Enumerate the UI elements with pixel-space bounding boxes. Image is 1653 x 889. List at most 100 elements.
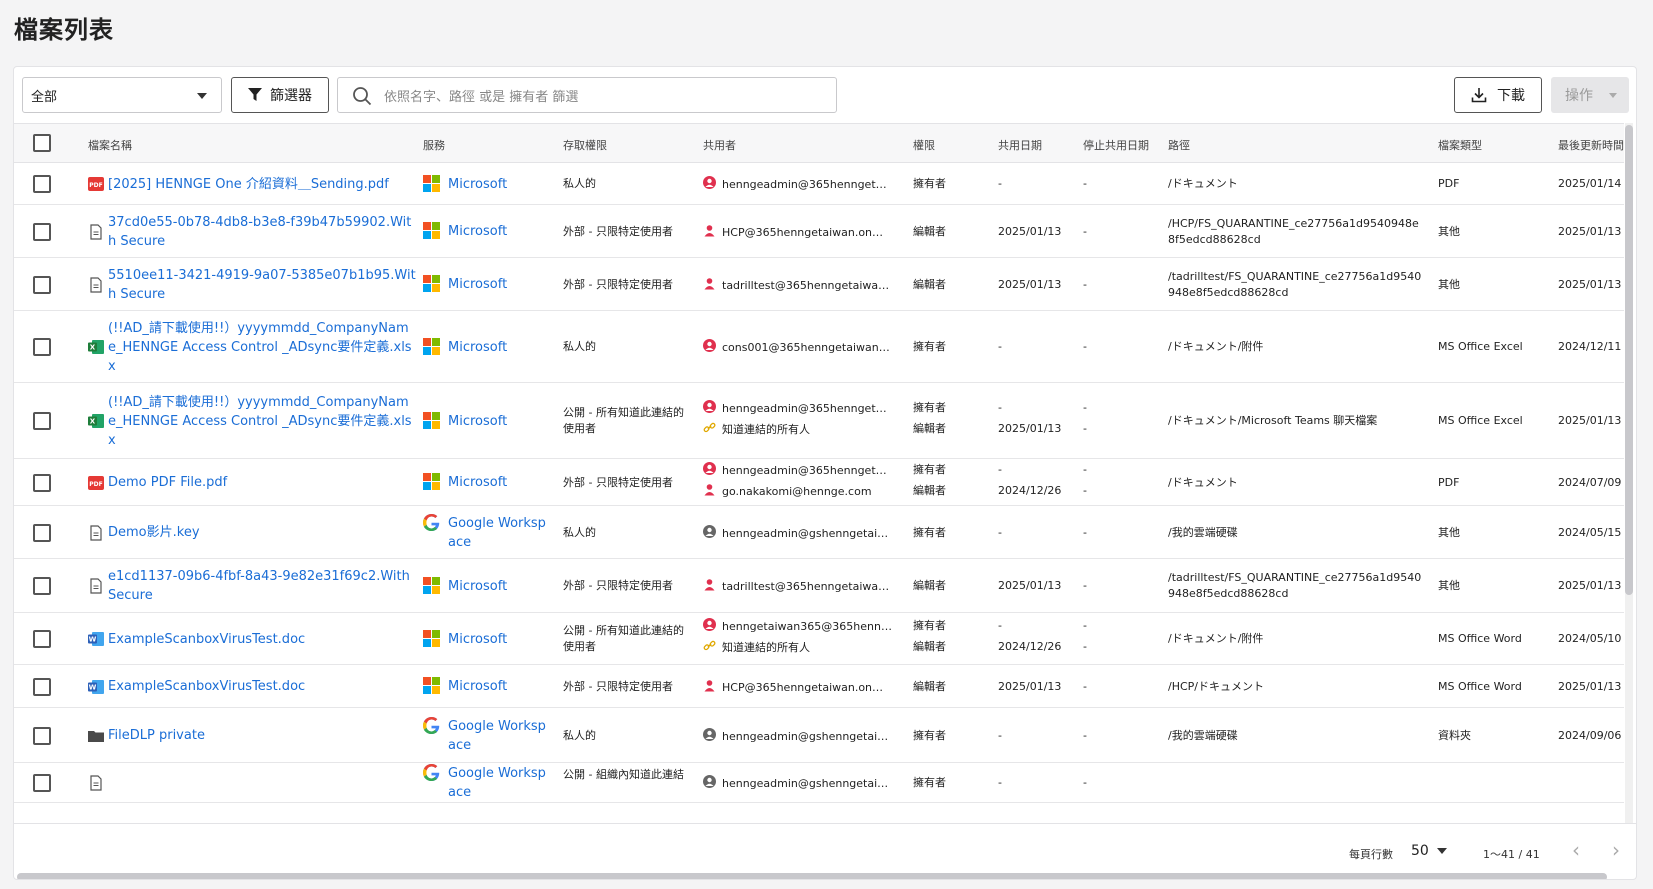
- table-row[interactable]: PDF [2025] HENNGE One 介紹資料＿Sending.pdf Mic…: [14, 163, 1624, 205]
- table-row[interactable]: X (!!AD_請下載使用!!）yyyymmdd_CompanyName_HENN…: [14, 311, 1624, 383]
- row-checkbox[interactable]: [33, 630, 51, 648]
- file-name-link[interactable]: Demo PDF File.pdf: [108, 473, 416, 492]
- file-name-link[interactable]: (!!AD_請下載使用!!）yyyymmdd_CompanyName_HENNG…: [108, 319, 416, 376]
- service-link[interactable]: Microsoft: [423, 576, 548, 596]
- access-level: 外部 - 只限特定使用者: [563, 224, 673, 238]
- file-name-link[interactable]: ExampleScanboxVirusTest.doc: [108, 677, 416, 696]
- next-page-button[interactable]: ›: [1612, 838, 1620, 862]
- column-header-name[interactable]: 檔案名稱: [88, 137, 132, 153]
- row-checkbox[interactable]: [33, 175, 51, 193]
- row-checkbox[interactable]: [33, 338, 51, 356]
- svg-text:PDF: PDF: [89, 481, 102, 488]
- service-link[interactable]: Microsoft: [423, 337, 548, 357]
- file-name-link[interactable]: ExampleScanboxVirusTest.doc: [108, 630, 416, 649]
- file-name-link[interactable]: FileDLP private: [108, 726, 416, 745]
- permission: 編輯者: [913, 224, 946, 238]
- row-checkbox[interactable]: [33, 412, 51, 430]
- row-checkbox[interactable]: [33, 523, 51, 542]
- file-name-link[interactable]: (!!AD_請下載使用!!）yyyymmdd_CompanyName_HENNG…: [108, 393, 416, 450]
- google-icon: [423, 764, 440, 787]
- table-row[interactable]: PDF Demo PDF File.pdf Microsoft 外部 - 只限特定使用…: [14, 459, 1624, 506]
- scope-select[interactable]: 全部: [22, 77, 222, 113]
- microsoft-icon: [423, 411, 440, 429]
- vertical-scrollbar[interactable]: [1625, 123, 1633, 823]
- share-date: -: [998, 525, 1002, 539]
- row-checkbox[interactable]: [33, 726, 51, 745]
- file-name-link[interactable]: [2025] HENNGE One 介紹資料＿Sending.pdf: [108, 175, 416, 194]
- microsoft-icon: [423, 337, 440, 355]
- download-button[interactable]: 下載: [1454, 77, 1542, 113]
- file-name-link[interactable]: e1cd1137-09b6-4fbf-8a43-9e82e31f69c2.Wit…: [108, 567, 416, 605]
- rows-per-page-value: 50: [1411, 843, 1429, 859]
- column-header-sharer[interactable]: 共用者: [703, 137, 736, 153]
- sharer-item: henngetaiwan365@365henngetaiwan.onmicros…: [703, 618, 892, 636]
- permission: 編輯者: [913, 483, 946, 497]
- sharer-item: henngeadmin@365henngetaiwan.onmicrosoft.…: [703, 461, 892, 480]
- table-row[interactable]: 37cd0e55-0b78-4db8-b3e8-f39b47b59902.Wit…: [14, 205, 1624, 258]
- svg-text:X: X: [90, 344, 96, 352]
- row-checkbox[interactable]: [33, 577, 51, 595]
- rows-per-page-select[interactable]: 50: [1411, 843, 1447, 859]
- file-name-link[interactable]: 5510ee11-3421-4919-9a07-5385e07b1b95.Wit…: [108, 266, 416, 304]
- row-checkbox[interactable]: [33, 774, 51, 792]
- service-link[interactable]: Google Workspace: [423, 716, 548, 755]
- column-header-permission[interactable]: 權限: [913, 137, 935, 153]
- share-date: 2025/01/13: [998, 422, 1062, 435]
- column-header-path[interactable]: 路徑: [1168, 137, 1190, 153]
- sharer-item: HCP@365henngetaiwan.onmicrosoft.com: [703, 224, 892, 242]
- access-level: 公開 - 所有知道此連結的使用者: [563, 406, 684, 435]
- row-checkbox[interactable]: [33, 275, 51, 294]
- column-header-type[interactable]: 檔案類型: [1438, 137, 1482, 153]
- table-row[interactable]: Google Workspace 公開 - 組織內知道此連結 henngeadmin…: [14, 763, 1624, 803]
- row-checkbox[interactable]: [33, 222, 51, 241]
- access-level: 公開 - 組織內知道此連結: [563, 768, 684, 781]
- service-link[interactable]: Microsoft: [423, 275, 548, 294]
- service-link[interactable]: Microsoft: [423, 222, 548, 241]
- select-all-checkbox[interactable]: [33, 134, 51, 152]
- table-row[interactable]: 5510ee11-3421-4919-9a07-5385e07b1b95.Wit…: [14, 258, 1624, 311]
- column-header-access[interactable]: 存取權限: [563, 137, 607, 153]
- filter-icon: [248, 88, 262, 101]
- microsoft-icon: [423, 174, 440, 192]
- column-header-share-date[interactable]: 共用日期: [998, 137, 1042, 153]
- prev-page-button[interactable]: ‹: [1572, 838, 1580, 862]
- table-row[interactable]: FileDLP private Google Workspace 私人的 hennge…: [14, 708, 1624, 763]
- access-level: 公開 - 所有知道此連結的使用者: [563, 624, 684, 653]
- table-row[interactable]: X (!!AD_請下載使用!!）yyyymmdd_CompanyName_HENN…: [14, 383, 1624, 459]
- permission: 編輯者: [913, 277, 946, 291]
- service-link[interactable]: Microsoft: [423, 629, 548, 649]
- service-link[interactable]: Microsoft: [423, 473, 548, 492]
- filter-button[interactable]: 篩選器: [231, 77, 329, 113]
- stop-share-date: -: [1083, 640, 1087, 653]
- share-date: 2025/01/13: [998, 679, 1062, 693]
- service-link[interactable]: Microsoft: [423, 677, 548, 696]
- table-header: 檔案名稱 服務 存取權限 共用者 權限 共用日期 停止共用日期 路徑 檔案類型 …: [14, 123, 1624, 163]
- table-row[interactable]: e1cd1137-09b6-4fbf-8a43-9e82e31f69c2.Wit…: [14, 559, 1624, 613]
- owner-grey-icon: [703, 727, 716, 746]
- column-header-service[interactable]: 服務: [423, 137, 445, 153]
- svg-text:X: X: [90, 418, 96, 426]
- file-name-link[interactable]: Demo影片.key: [108, 523, 416, 542]
- service-link[interactable]: Microsoft: [423, 411, 548, 431]
- table-row[interactable]: W ExampleScanboxVirusTest.doc Microsoft 公開 …: [14, 613, 1624, 665]
- file-name-link[interactable]: 37cd0e55-0b78-4db8-b3e8-f39b47b59902.Wit…: [108, 213, 416, 251]
- service-link[interactable]: Microsoft: [423, 174, 548, 194]
- service-link[interactable]: Google Workspace: [423, 513, 548, 552]
- vertical-scrollbar-thumb[interactable]: [1625, 125, 1633, 595]
- service-link[interactable]: Google Workspace: [423, 764, 548, 802]
- row-checkbox[interactable]: [33, 473, 51, 492]
- file-icon: [88, 775, 104, 791]
- table-row[interactable]: W ExampleScanboxVirusTest.doc Microsoft 外部 …: [14, 665, 1624, 708]
- search-input[interactable]: 依照名字、路徑 或是 擁有者 篩選: [337, 77, 837, 113]
- column-header-updated[interactable]: 最後更新時間: [1558, 137, 1624, 153]
- sharer-name: 知道連結的所有人: [722, 423, 810, 436]
- sharer-name: henngeadmin@365henngetaiwan.onmicrosoft.…: [722, 463, 892, 477]
- service-name: Microsoft: [448, 475, 508, 490]
- column-header-stop-date[interactable]: 停止共用日期: [1083, 137, 1149, 153]
- table-row[interactable]: Demo影片.key Google Workspace 私人的 henngeadmin…: [14, 506, 1624, 559]
- row-checkbox[interactable]: [33, 677, 51, 696]
- search-icon: [353, 87, 372, 106]
- microsoft-icon: [423, 222, 440, 239]
- action-button[interactable]: 操作: [1551, 77, 1629, 113]
- download-button-label: 下載: [1497, 88, 1525, 104]
